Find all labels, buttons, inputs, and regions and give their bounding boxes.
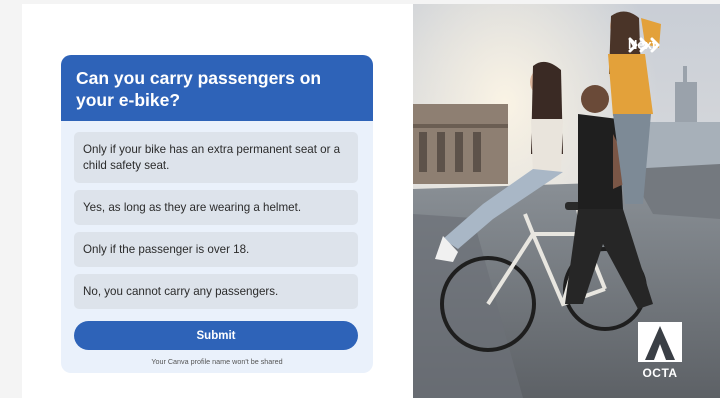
quiz-header: Can you carry passengers on your e-bike? [61,55,373,121]
answer-options: Only if your bike has an extra permanent… [74,132,358,316]
answer-option-2[interactable]: Yes, as long as they are wearing a helme… [74,190,358,225]
answer-option-1[interactable]: Only if your bike has an extra permanent… [74,132,358,183]
octa-logo-text: OCTA [642,366,678,380]
triple-chevron-right-icon [628,37,660,53]
question-title: Can you carry passengers on your e-bike? [76,68,322,110]
quiz-card: Can you carry passengers on your e-bike?… [61,55,373,373]
submit-button[interactable]: Submit [74,321,358,350]
hero-photo: Next OCTA [413,4,720,398]
octa-logo-mark [638,322,682,362]
answer-option-3[interactable]: Only if the passenger is over 18. [74,232,358,267]
slide-frame: Can you carry passengers on your e-bike?… [22,4,720,398]
octa-logo: OCTA [633,322,687,380]
next-button[interactable]: Next [628,37,661,53]
answer-option-4[interactable]: No, you cannot carry any passengers. [74,274,358,309]
privacy-note: Your Canva profile name won't be shared [151,357,283,366]
